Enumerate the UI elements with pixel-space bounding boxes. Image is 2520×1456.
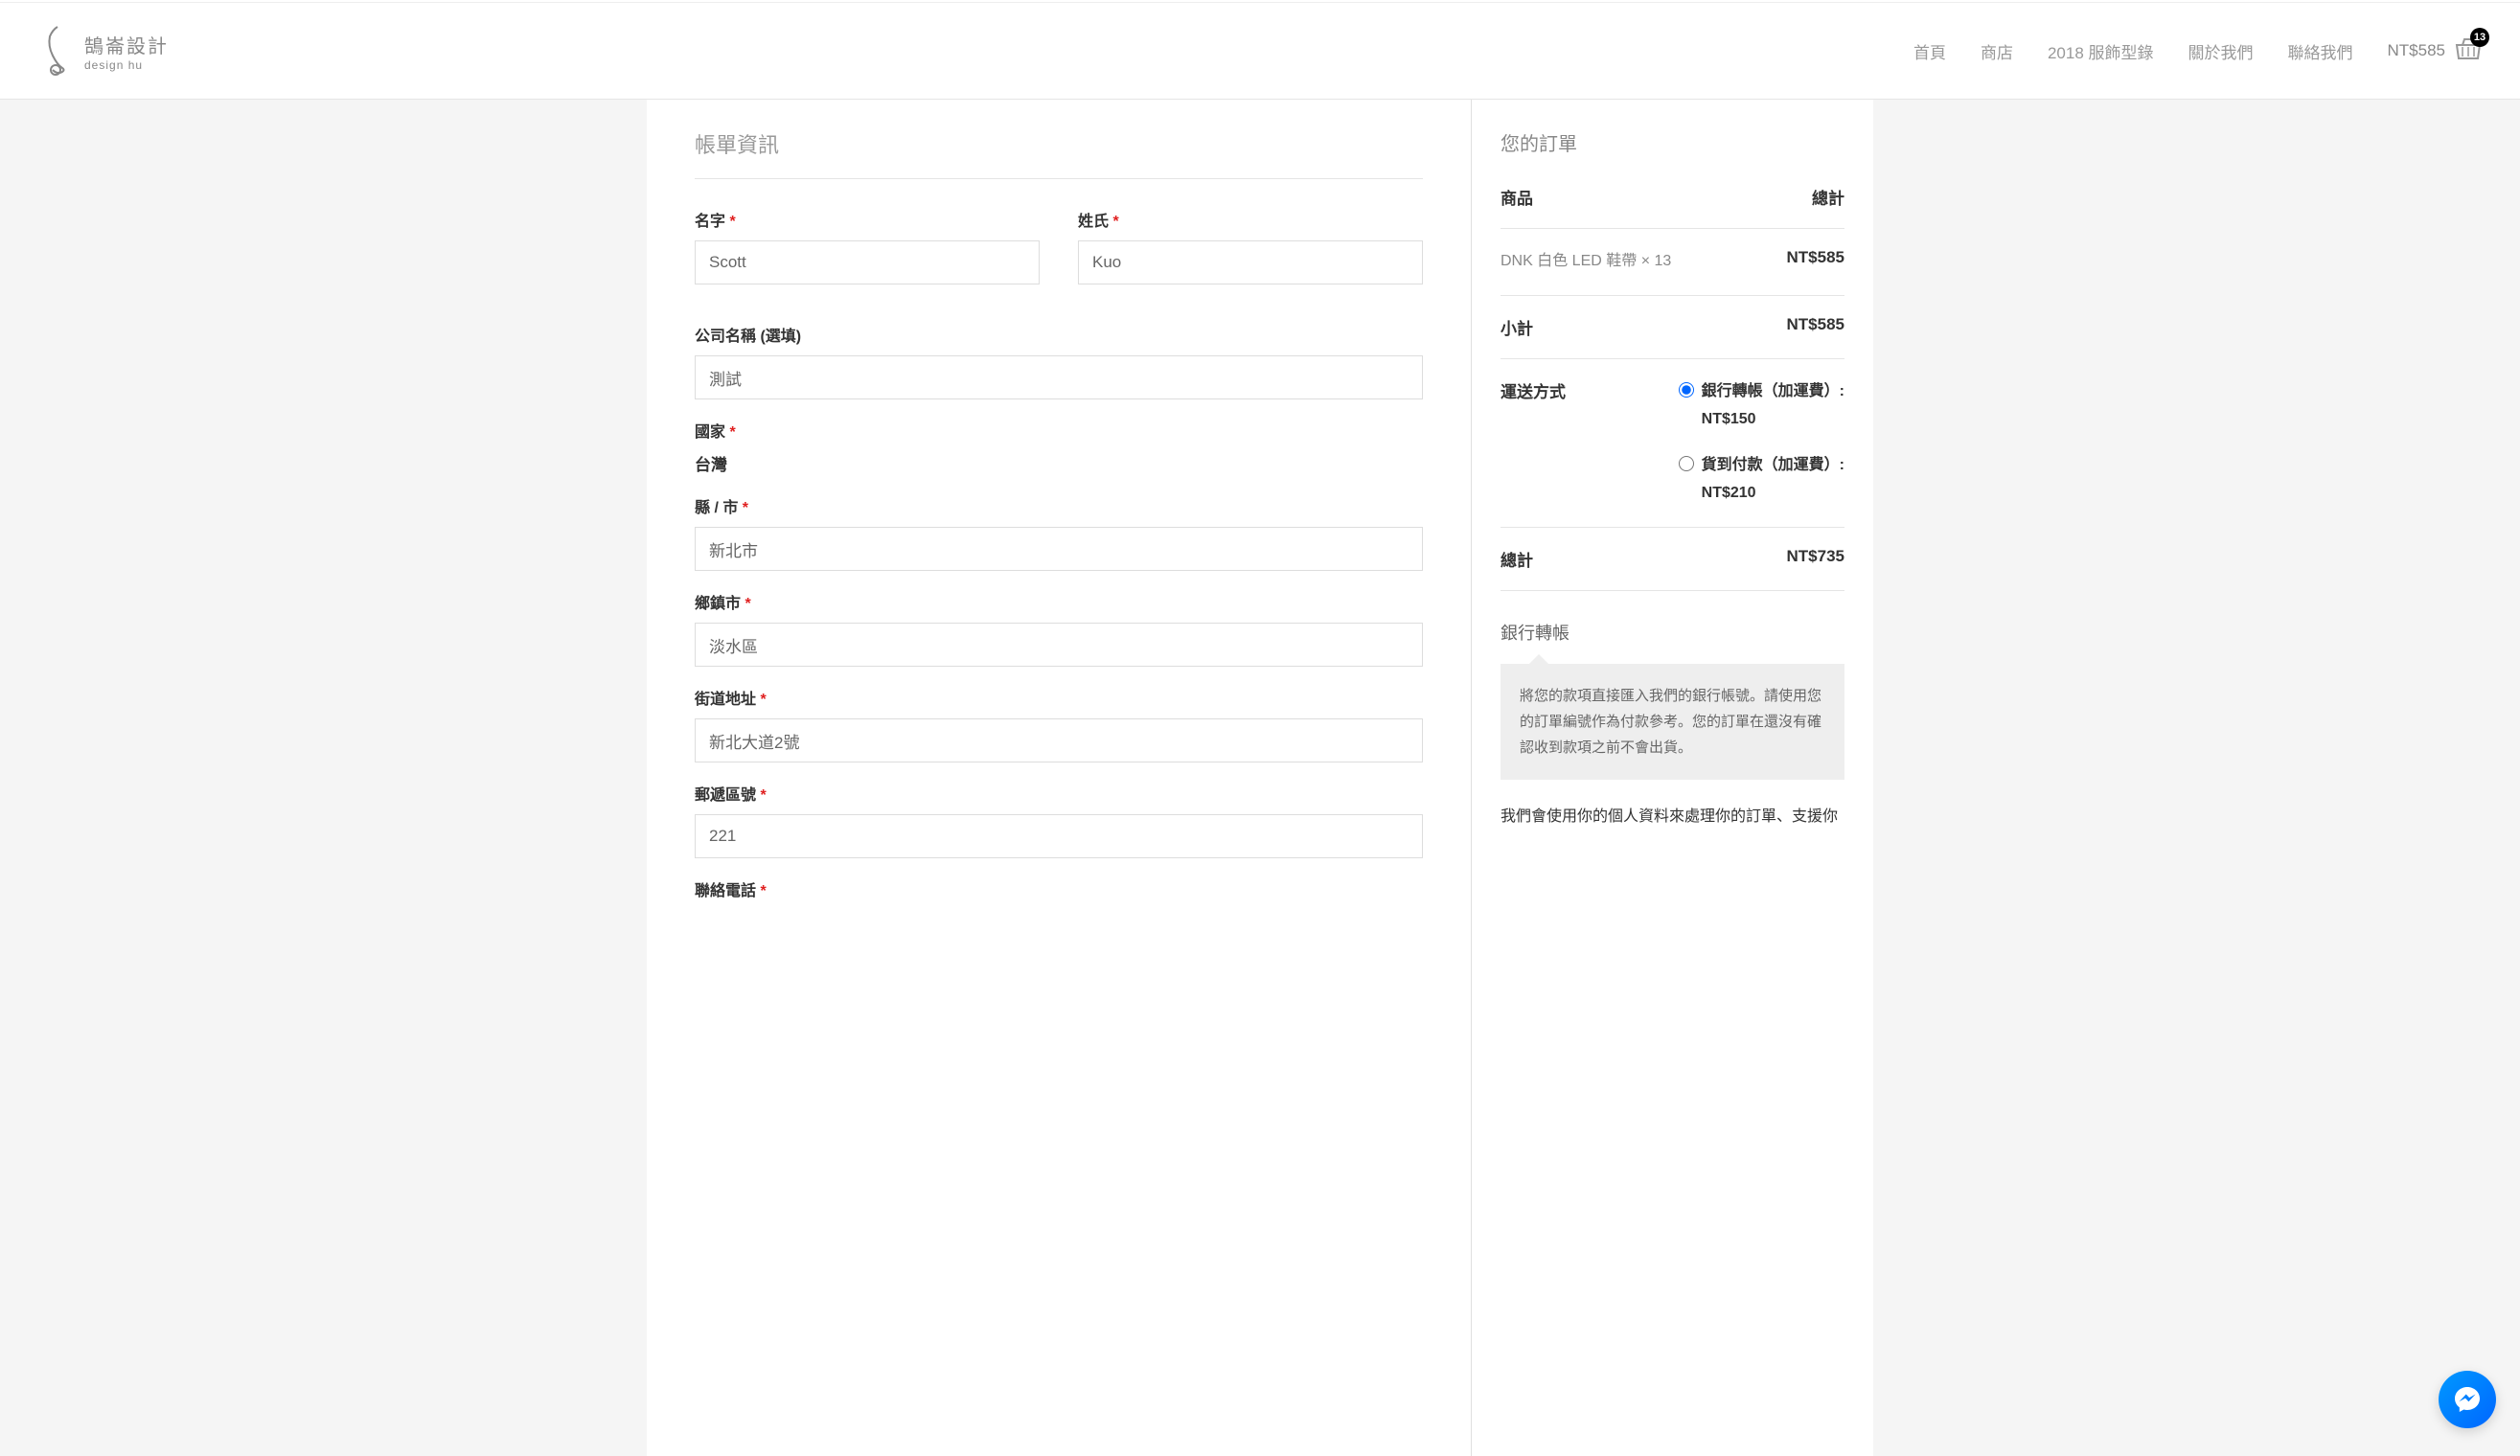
cart-badge: 13 (2470, 28, 2489, 47)
nav-home[interactable]: 首頁 (1913, 39, 1946, 63)
state-input[interactable] (695, 527, 1423, 571)
address-input[interactable] (695, 718, 1423, 762)
payment-info: 將您的款項直接匯入我們的銀行帳號。請使用您的訂單編號作為付款參考。您的訂單在還沒… (1501, 664, 1844, 780)
nav-about[interactable]: 關於我們 (2188, 39, 2254, 63)
order-product-price: NT$585 (1787, 248, 1844, 276)
first-name-label: 名字 * (695, 208, 1040, 231)
messenger-button[interactable] (2439, 1371, 2496, 1428)
billing-title: 帳單資訊 (695, 128, 1423, 179)
postcode-input[interactable] (695, 814, 1423, 858)
nav-contact[interactable]: 聯絡我們 (2288, 39, 2353, 63)
order-section: 您的訂單 商品 總計 DNK 白色 LED 鞋帶 × 13 NT$585 小計 … (1471, 100, 1873, 1456)
shipping-radio-cod[interactable] (1679, 456, 1694, 471)
logo[interactable]: 鵠崙設計 design hu (38, 22, 169, 80)
logo-main-text: 鵠崙設計 (84, 31, 169, 58)
nav-catalog[interactable]: 2018 服飾型錄 (2048, 39, 2154, 63)
main-nav: 首頁 商店 2018 服飾型錄 關於我們 聯絡我們 NT$585 13 (1913, 37, 2482, 65)
billing-section: 帳單資訊 名字 * 姓氏 * 公司名稱 (選填) 國家 * (647, 100, 1471, 1456)
subtotal-value: NT$585 (1787, 315, 1844, 339)
cart-area[interactable]: NT$585 13 (2388, 37, 2482, 65)
shipping-label: 運送方式 (1501, 378, 1566, 508)
messenger-icon (2452, 1384, 2483, 1415)
country-value: 台灣 (695, 451, 1423, 475)
last-name-input[interactable] (1078, 240, 1423, 284)
nav-shop[interactable]: 商店 (1981, 39, 2013, 63)
logo-sub-text: design hu (84, 58, 169, 72)
total-label: 總計 (1501, 547, 1533, 571)
company-label: 公司名稱 (選填) (695, 323, 1423, 346)
shipping-option-cod[interactable]: 貨到付款（加運費）: NT$210 (1679, 452, 1844, 508)
order-title: 您的訂單 (1501, 128, 1844, 156)
logo-icon (38, 22, 77, 80)
shipping-radio-bank[interactable] (1679, 382, 1694, 398)
cart-total: NT$585 (2388, 41, 2445, 60)
country-label: 國家 * (695, 419, 1423, 442)
order-header-product: 商品 (1501, 185, 1533, 209)
postcode-label: 郵遞區號 * (695, 782, 1423, 805)
shipping-option-bank[interactable]: 銀行轉帳（加運費）: NT$150 (1679, 378, 1844, 434)
order-header-total: 總計 (1812, 185, 1844, 209)
phone-label: 聯絡電話 * (695, 877, 1423, 900)
company-input[interactable] (695, 355, 1423, 399)
privacy-text: 我們會使用你的個人資料來處理你的訂單、支援你 (1501, 804, 1844, 831)
subtotal-label: 小計 (1501, 315, 1533, 339)
city-label: 鄉鎮市 * (695, 590, 1423, 613)
site-header: 鵠崙設計 design hu 首頁 商店 2018 服飾型錄 關於我們 聯絡我們… (0, 3, 2520, 100)
first-name-input[interactable] (695, 240, 1040, 284)
last-name-label: 姓氏 * (1078, 208, 1423, 231)
total-value: NT$735 (1787, 547, 1844, 571)
city-input[interactable] (695, 623, 1423, 667)
state-label: 縣 / 市 * (695, 494, 1423, 517)
order-product-name: DNK 白色 LED 鞋帶 × 13 (1501, 248, 1671, 276)
payment-method: 銀行轉帳 (1501, 620, 1844, 645)
address-label: 街道地址 * (695, 686, 1423, 709)
